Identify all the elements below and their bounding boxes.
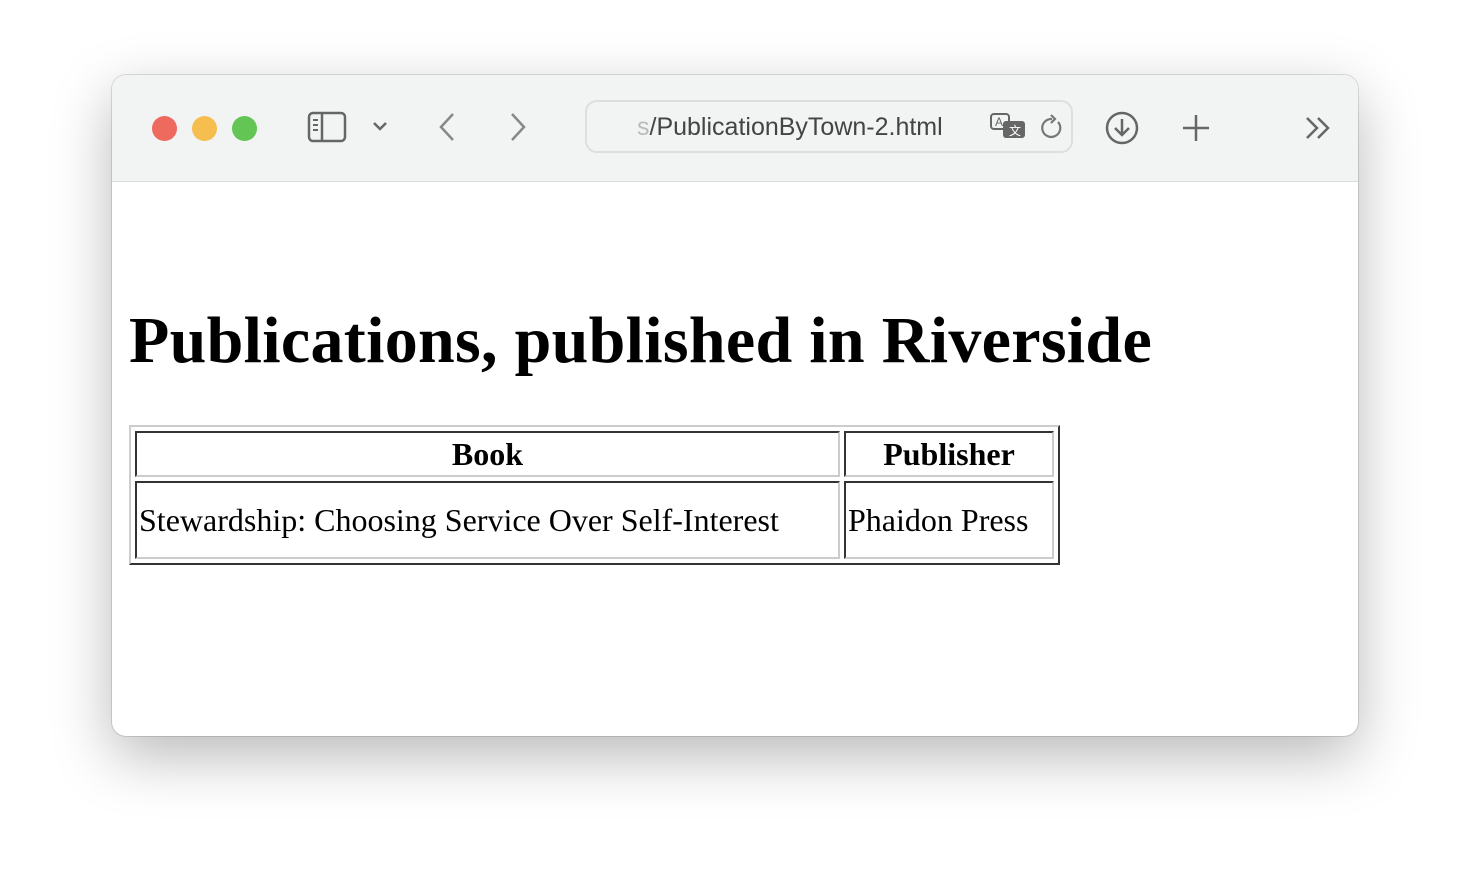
minimize-button[interactable] — [192, 116, 217, 141]
sidebar-icon[interactable] — [307, 111, 347, 143]
url-text: /PublicationByTown-2.html — [649, 113, 943, 141]
new-tab-icon[interactable] — [1180, 112, 1212, 144]
address-bar[interactable]: s/PublicationByTown-2.html A文 — [585, 100, 1073, 153]
cell-publisher: Phaidon Press — [844, 481, 1054, 559]
close-button[interactable] — [152, 116, 177, 141]
reload-icon[interactable] — [1039, 114, 1065, 142]
publications-table: Book Publisher Stewardship: Choosing Ser… — [129, 425, 1060, 565]
table-row: Stewardship: Choosing Service Over Self-… — [135, 481, 1054, 559]
svg-text:文: 文 — [1009, 123, 1021, 138]
back-icon[interactable] — [437, 111, 457, 143]
browser-window: s/PublicationByTown-2.html A文 Publicatio… — [112, 75, 1358, 736]
svg-text:A: A — [995, 115, 1003, 129]
more-icon[interactable] — [1304, 115, 1334, 141]
url-prefix: s — [637, 113, 650, 141]
zoom-button[interactable] — [232, 116, 257, 141]
download-icon[interactable] — [1104, 110, 1140, 146]
header-publisher: Publisher — [844, 431, 1054, 477]
forward-icon[interactable] — [508, 111, 528, 143]
toolbar: s/PublicationByTown-2.html A文 — [112, 75, 1358, 182]
table-header-row: Book Publisher — [135, 431, 1054, 477]
page-title: Publications, published in Riverside — [129, 304, 1153, 377]
cell-book: Stewardship: Choosing Service Over Self-… — [135, 481, 840, 559]
chevron-down-icon[interactable] — [371, 119, 389, 133]
header-book: Book — [135, 431, 840, 477]
translate-icon[interactable]: A文 — [989, 112, 1029, 142]
